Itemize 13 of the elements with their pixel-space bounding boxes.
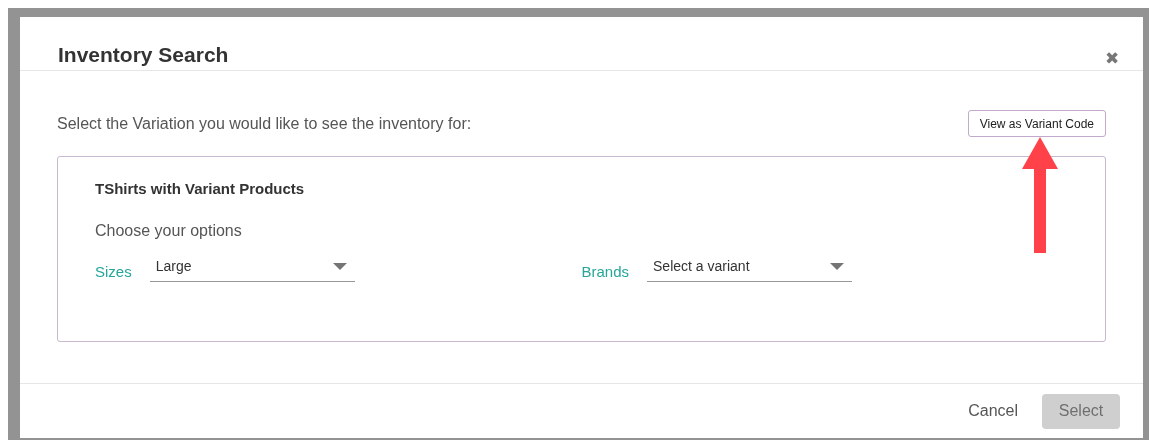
close-button[interactable]: ✖ (1105, 48, 1119, 69)
caret-icon (332, 262, 347, 270)
option-label: Sizes (95, 263, 132, 282)
view-as-variant-code-button[interactable]: View as Variant Code (967, 110, 1106, 137)
product-title: TShirts with Variant Products (95, 180, 306, 197)
option-label: Brands (581, 263, 630, 282)
caret-icon (830, 262, 845, 270)
dialog-title: Inventory Search (58, 42, 229, 67)
cancel-button[interactable]: Cancel (968, 402, 1018, 420)
options-heading: Choose your options (95, 222, 243, 240)
dropdown[interactable]: Select a variant (647, 258, 853, 282)
instruction-text: Select the Variation you would like to see the inventory for: (57, 114, 472, 133)
dropdown[interactable]: Large (149, 258, 355, 282)
